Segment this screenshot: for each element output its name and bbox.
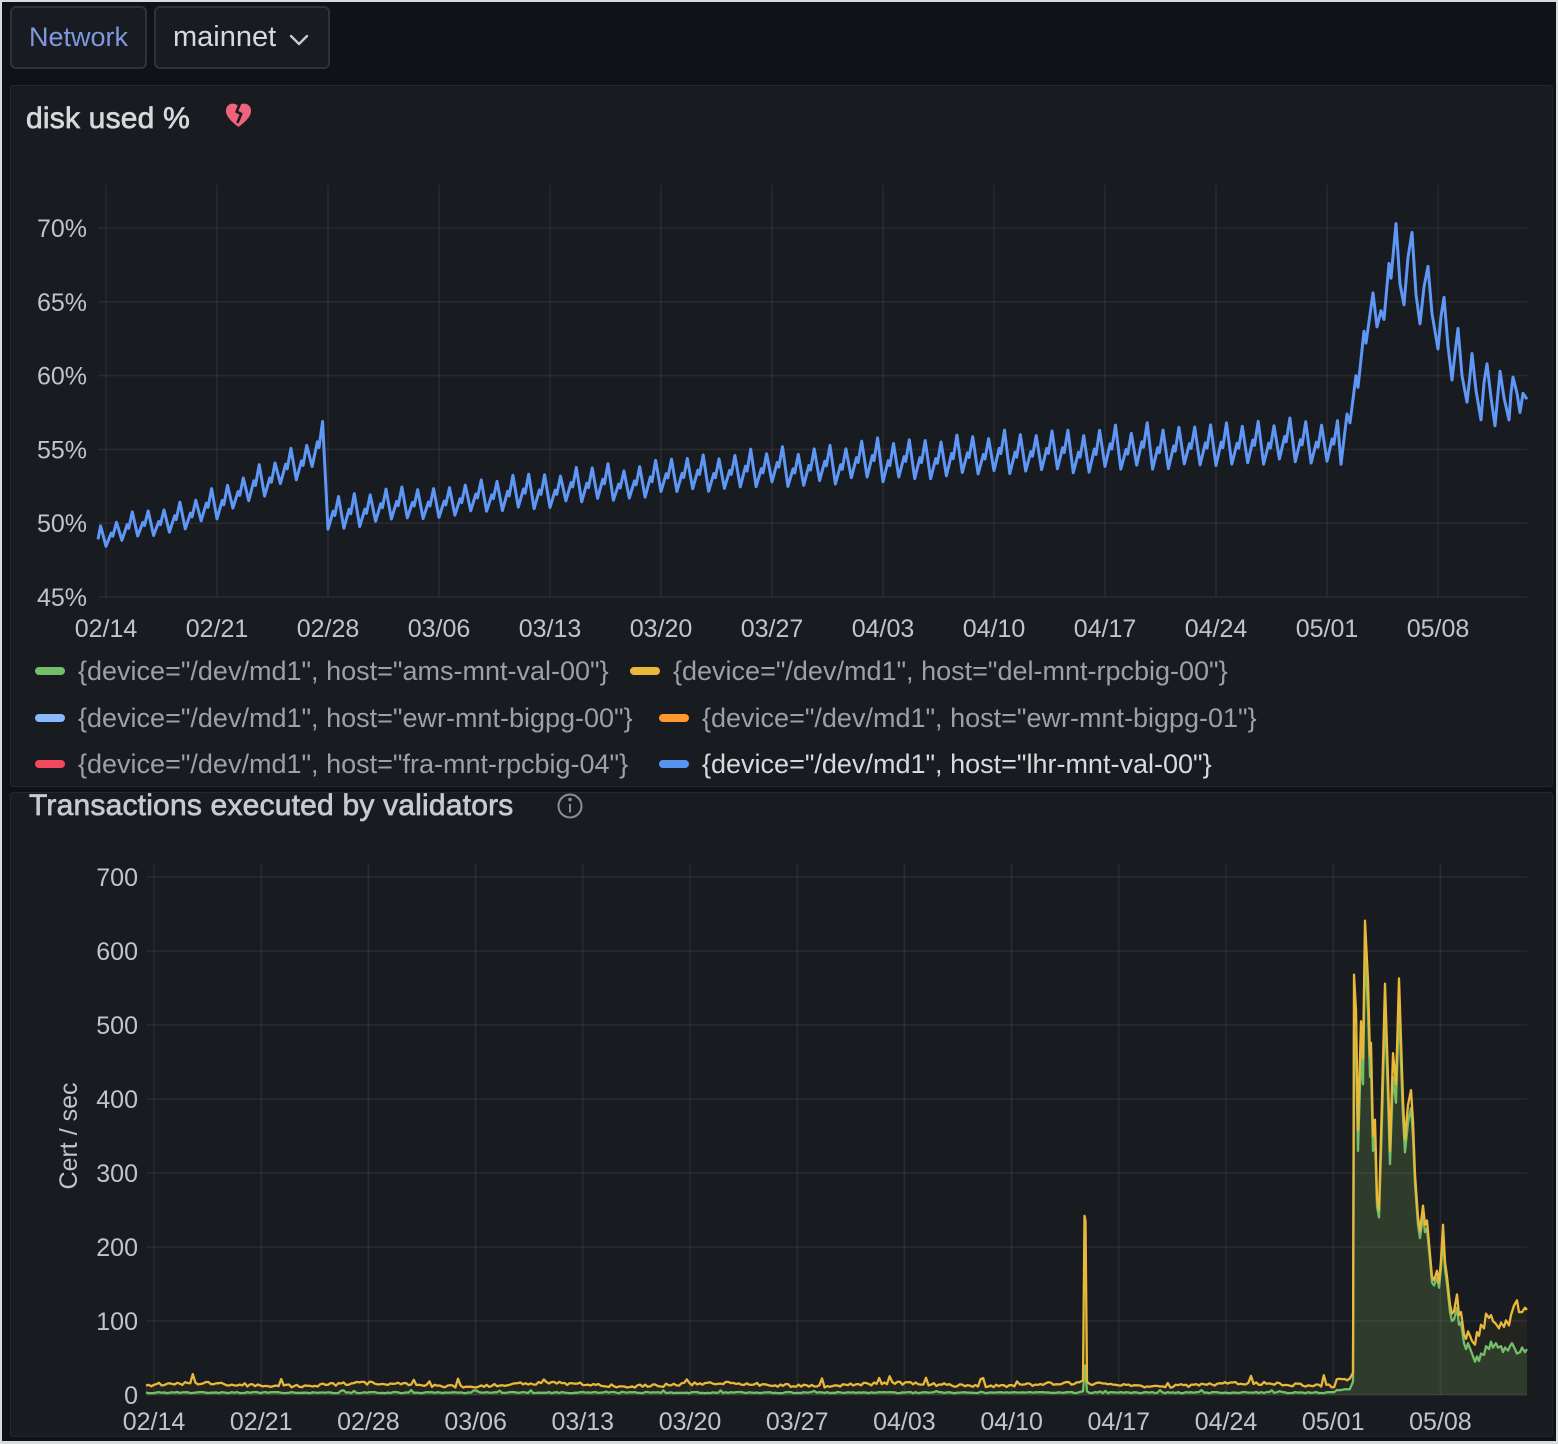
svg-text:03/13: 03/13 — [519, 615, 582, 643]
svg-text:04/10: 04/10 — [963, 615, 1026, 643]
svg-text:02/14: 02/14 — [75, 615, 138, 643]
svg-text:05/01: 05/01 — [1302, 1408, 1365, 1436]
svg-text:03/20: 03/20 — [630, 615, 693, 643]
svg-text:03/06: 03/06 — [444, 1408, 507, 1436]
svg-text:05/01: 05/01 — [1296, 615, 1359, 643]
svg-text:04/03: 04/03 — [873, 1408, 936, 1436]
svg-text:04/03: 04/03 — [852, 615, 915, 643]
svg-text:04/24: 04/24 — [1185, 615, 1248, 643]
svg-text:02/28: 02/28 — [337, 1408, 400, 1436]
svg-text:300: 300 — [96, 1160, 138, 1188]
svg-text:03/20: 03/20 — [659, 1408, 722, 1436]
svg-text:03/27: 03/27 — [766, 1408, 829, 1436]
svg-text:45%: 45% — [37, 584, 87, 612]
svg-text:500: 500 — [96, 1012, 138, 1040]
svg-text:100: 100 — [96, 1308, 138, 1336]
svg-text:05/08: 05/08 — [1407, 615, 1470, 643]
svg-text:02/21: 02/21 — [230, 1408, 293, 1436]
svg-text:02/28: 02/28 — [297, 615, 360, 643]
svg-text:55%: 55% — [37, 436, 87, 464]
svg-text:400: 400 — [96, 1086, 138, 1114]
svg-text:65%: 65% — [37, 289, 87, 317]
svg-text:03/27: 03/27 — [741, 615, 804, 643]
svg-text:04/10: 04/10 — [980, 1408, 1043, 1436]
svg-text:02/21: 02/21 — [186, 615, 249, 643]
svg-text:04/17: 04/17 — [1088, 1408, 1151, 1436]
svg-text:60%: 60% — [37, 363, 87, 391]
svg-text:70%: 70% — [37, 215, 87, 243]
svg-text:50%: 50% — [37, 510, 87, 538]
svg-text:0: 0 — [124, 1382, 138, 1410]
svg-text:03/13: 03/13 — [552, 1408, 615, 1436]
svg-text:02/14: 02/14 — [123, 1408, 186, 1436]
svg-text:600: 600 — [96, 938, 138, 966]
svg-text:04/24: 04/24 — [1195, 1408, 1258, 1436]
svg-text:05/08: 05/08 — [1409, 1408, 1472, 1436]
svg-text:700: 700 — [96, 864, 138, 892]
svg-text:04/17: 04/17 — [1074, 615, 1137, 643]
svg-text:Cert / sec: Cert / sec — [55, 1083, 83, 1190]
svg-text:03/06: 03/06 — [408, 615, 471, 643]
svg-text:200: 200 — [96, 1234, 138, 1262]
